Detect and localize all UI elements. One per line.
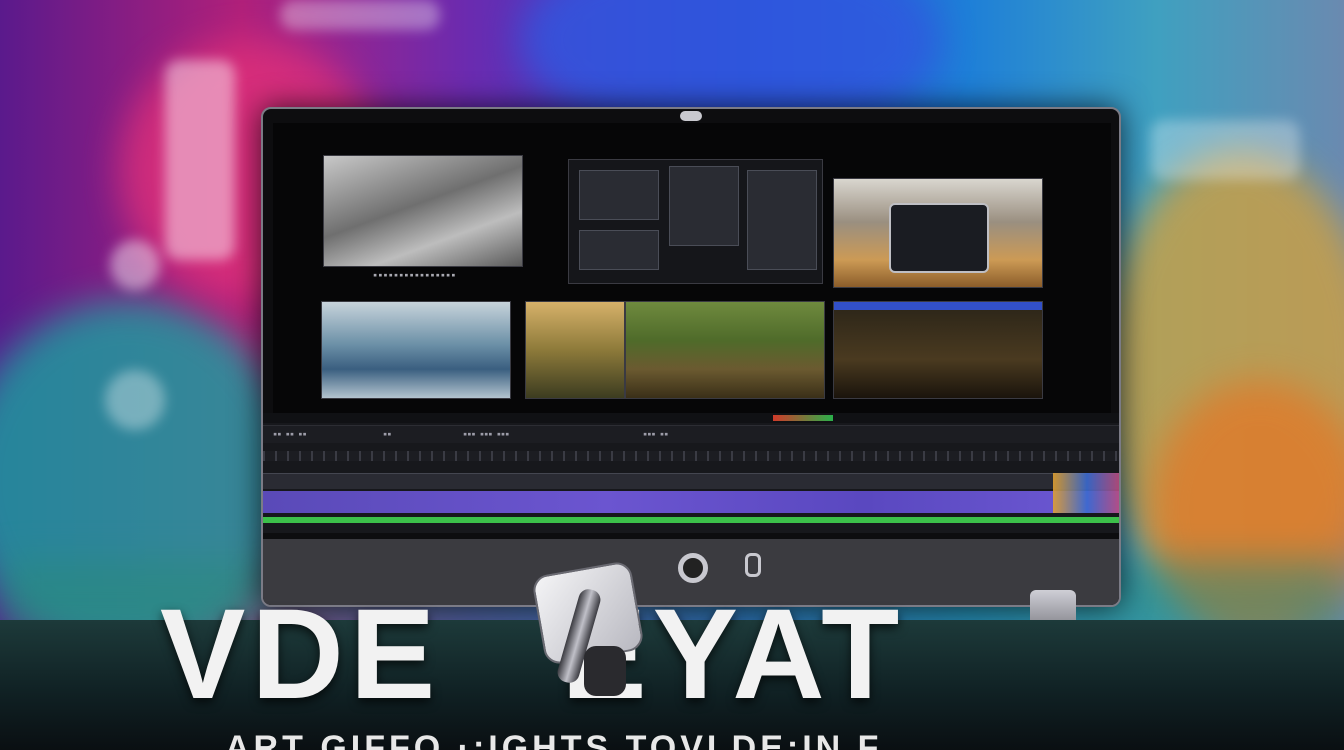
video-preview-tile[interactable] bbox=[525, 301, 625, 399]
video-preview-tile[interactable] bbox=[833, 301, 1043, 399]
camera-icon bbox=[530, 560, 646, 708]
panel-window bbox=[579, 230, 659, 270]
hero-title-left: VDE bbox=[160, 583, 442, 726]
toolbar-row[interactable] bbox=[263, 413, 1119, 423]
tile-progress-strip bbox=[834, 302, 1042, 310]
timecode-row: ▪▪ ▪▪ ▪▪ ▪▪ ▪▪▪ ▪▪▪ ▪▪▪ ▪▪▪ ▪▪ bbox=[263, 425, 1119, 443]
device-in-frame bbox=[889, 203, 989, 273]
video-preview-tile[interactable] bbox=[833, 178, 1043, 288]
timecode-label: ▪▪ ▪▪ ▪▪ bbox=[273, 430, 307, 438]
timecode-label: ▪▪▪ ▪▪▪ ▪▪▪ bbox=[463, 430, 510, 438]
video-preview-tile[interactable] bbox=[625, 301, 825, 399]
timecode-label: ▪▪▪ ▪▪ bbox=[643, 430, 669, 438]
green-track[interactable] bbox=[263, 517, 1119, 523]
video-preview-tile[interactable] bbox=[321, 301, 511, 399]
camera-grip bbox=[584, 646, 626, 696]
editor-panel-tile[interactable] bbox=[568, 159, 823, 284]
video-track[interactable] bbox=[263, 473, 1119, 489]
bokeh-light bbox=[105, 370, 165, 430]
power-icon[interactable] bbox=[678, 553, 708, 583]
video-editor-screen: ▪▪▪▪▪▪▪▪▪▪▪▪▪▪▪▪ bbox=[273, 123, 1111, 413]
bokeh-light bbox=[1150, 120, 1300, 180]
hero-subtitle: ART GIFFO ·:IGHTS TOVLDE:IN F bbox=[225, 729, 883, 750]
panel-window bbox=[669, 166, 739, 246]
panel-window bbox=[579, 170, 659, 220]
timeline-editor: ▪▪ ▪▪ ▪▪ ▪▪ ▪▪▪ ▪▪▪ ▪▪▪ ▪▪▪ ▪▪ bbox=[263, 413, 1119, 533]
bokeh-light bbox=[280, 0, 440, 30]
timecode-label: ▪▪ bbox=[383, 430, 392, 438]
timeline-ruler[interactable] bbox=[263, 451, 1119, 461]
clip-thumbnails[interactable] bbox=[1053, 473, 1119, 513]
bokeh-light bbox=[165, 60, 235, 260]
control-knob[interactable] bbox=[745, 553, 761, 577]
tile-caption: ▪▪▪▪▪▪▪▪▪▪▪▪▪▪▪▪ bbox=[373, 271, 457, 279]
monitor: ▪▪▪▪▪▪▪▪▪▪▪▪▪▪▪▪ ▪▪ ▪▪ ▪▪ ▪▪ ▪▪▪ ▪▪▪ ▪▪▪… bbox=[261, 107, 1121, 607]
bokeh-light bbox=[110, 240, 160, 290]
webcam-icon bbox=[680, 111, 702, 121]
audio-track[interactable] bbox=[263, 491, 1119, 513]
panel-window bbox=[747, 170, 817, 270]
video-preview-tile[interactable] bbox=[323, 155, 523, 267]
audio-meter bbox=[773, 415, 833, 421]
hero-title: VDE EYAT bbox=[160, 585, 1140, 725]
